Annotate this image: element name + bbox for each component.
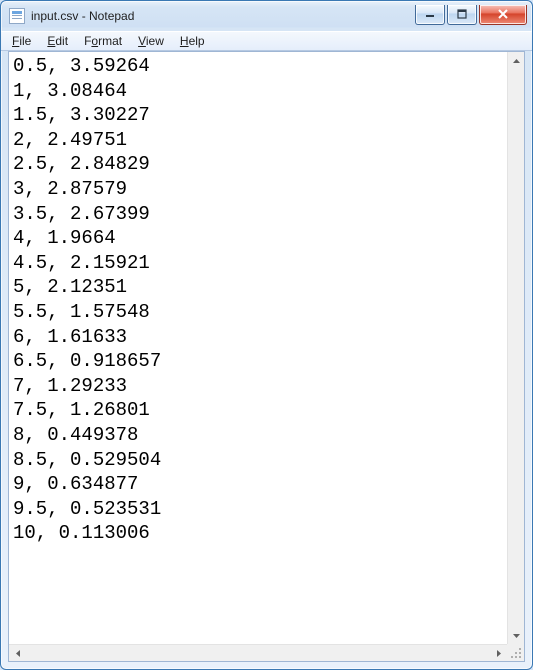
notepad-window: input.csv - Notepad File Edit F (0, 0, 533, 670)
client-area: 0.5, 3.59264 1, 3.08464 1.5, 3.30227 2, … (8, 51, 525, 662)
size-grip[interactable] (507, 644, 524, 661)
minimize-button[interactable] (415, 5, 445, 25)
menu-help[interactable]: Help (173, 33, 212, 49)
horizontal-scrollbar[interactable] (9, 644, 507, 661)
vertical-scrollbar[interactable] (507, 52, 524, 644)
horizontal-scroll-track[interactable] (26, 645, 490, 661)
menubar: File Edit Format View Help (1, 31, 532, 51)
text-editor[interactable]: 0.5, 3.59264 1, 3.08464 1.5, 3.30227 2, … (9, 52, 507, 644)
close-icon (497, 9, 509, 19)
chevron-left-icon (16, 650, 20, 657)
maximize-button[interactable] (447, 5, 477, 25)
window-controls (415, 5, 527, 25)
titlebar[interactable]: input.csv - Notepad (1, 1, 532, 31)
chevron-up-icon (513, 59, 520, 63)
vertical-scroll-track[interactable] (508, 69, 524, 627)
menu-file[interactable]: File (5, 33, 38, 49)
window-title: input.csv - Notepad (31, 9, 409, 23)
close-button[interactable] (479, 5, 527, 25)
scroll-left-button[interactable] (9, 645, 26, 662)
chevron-down-icon (513, 634, 520, 638)
chevron-right-icon (497, 650, 501, 657)
menu-edit[interactable]: Edit (40, 33, 75, 49)
notepad-icon (9, 8, 25, 24)
maximize-icon (457, 9, 467, 19)
scroll-right-button[interactable] (490, 645, 507, 662)
scroll-up-button[interactable] (508, 52, 525, 69)
editor-wrap: 0.5, 3.59264 1, 3.08464 1.5, 3.30227 2, … (9, 52, 524, 661)
resize-icon (510, 647, 522, 659)
scroll-down-button[interactable] (508, 627, 525, 644)
menu-format[interactable]: Format (77, 33, 129, 49)
menu-view[interactable]: View (131, 33, 171, 49)
minimize-icon (425, 9, 435, 19)
